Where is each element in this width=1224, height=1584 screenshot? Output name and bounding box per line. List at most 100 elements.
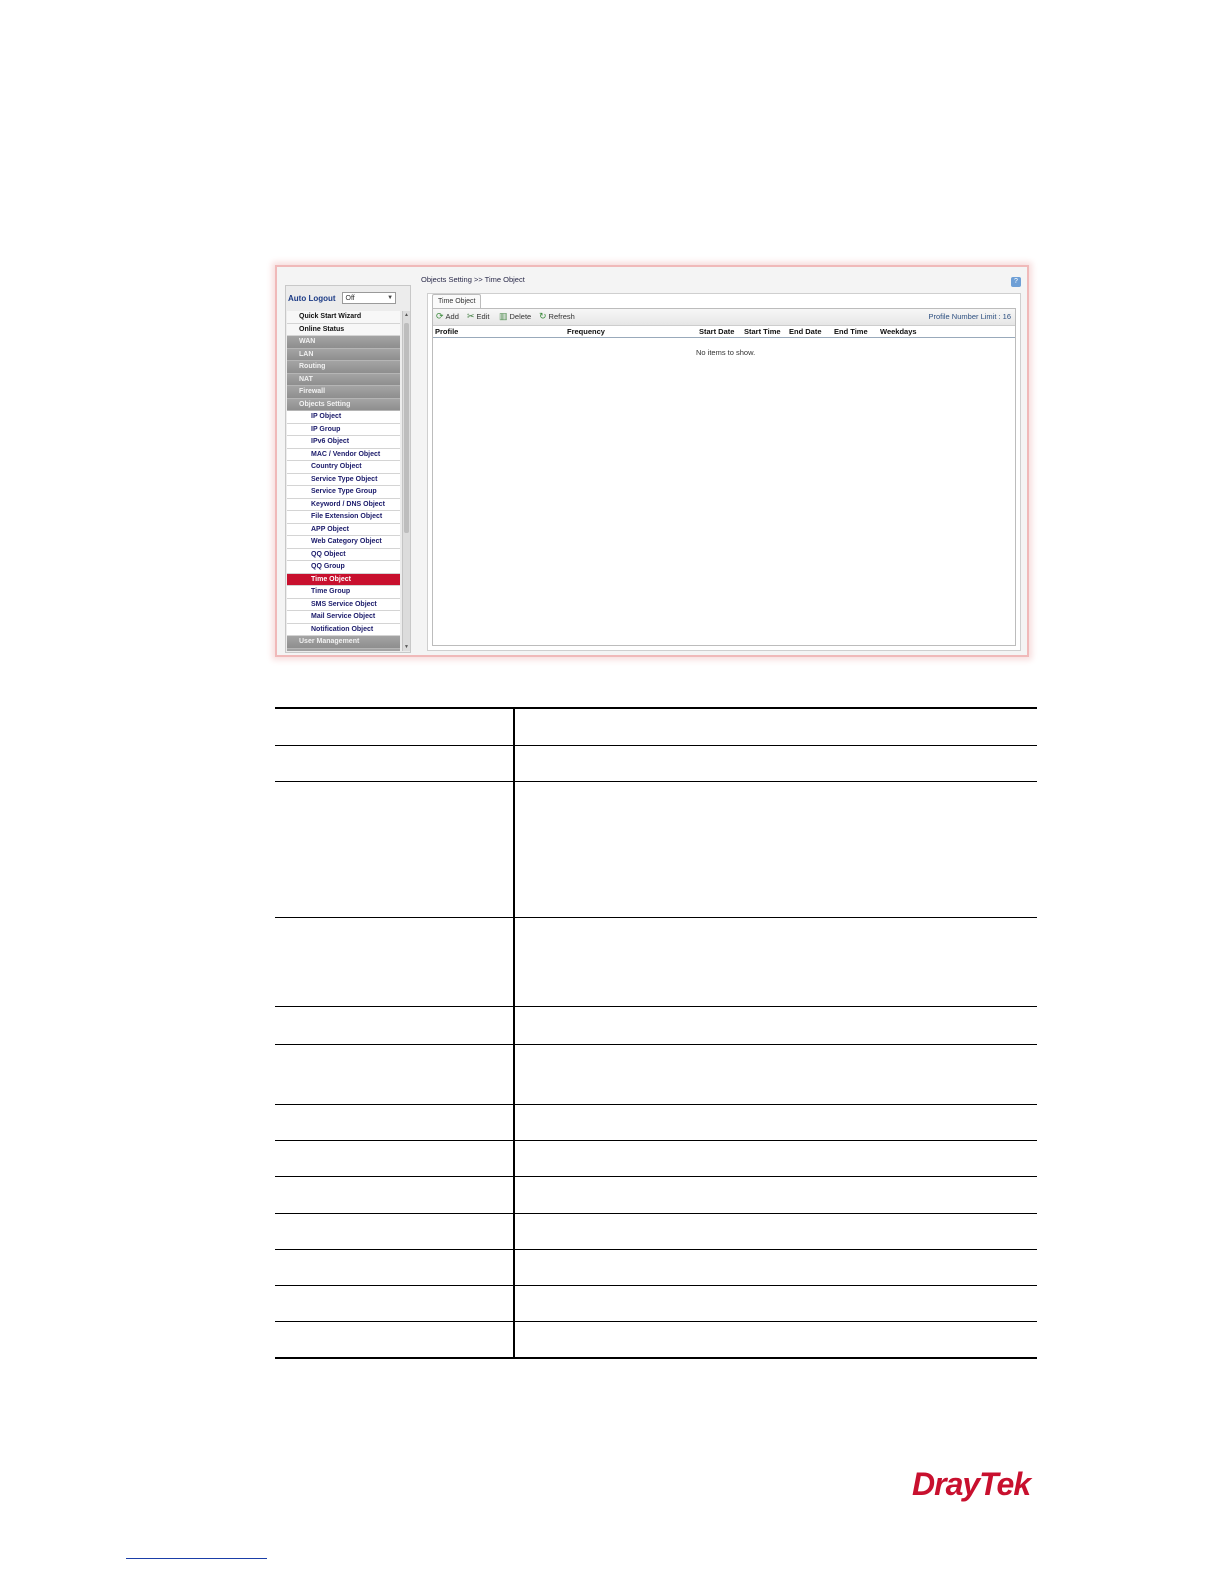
sidebar-item-ip-group[interactable]: IP Group [287,423,400,436]
add-button[interactable]: ⟳ Add [436,311,459,321]
item-cell [275,1284,515,1322]
sidebar-item-file-extension-object[interactable]: File Extension Object [287,511,400,524]
description-cell [514,1212,1037,1250]
auto-logout-select[interactable]: Off ▼ [341,292,396,304]
sidebar-scrollbar[interactable]: ▲ ▼ [402,311,410,651]
item-cell [275,1175,515,1214]
description-cell [514,916,1037,1007]
table-row [275,1284,1037,1322]
sidebar-item-quick-start-wizard[interactable]: Quick Start Wizard [287,311,400,324]
sidebar-item-online-status[interactable]: Online Status [287,323,400,336]
description-cell [514,1284,1037,1322]
help-icon[interactable]: ? [1011,277,1021,287]
sidebar-item-objects-setting[interactable]: Objects Setting [287,398,400,411]
sidebar-item-routing[interactable]: Routing [287,361,400,374]
sidebar-item-qq-group[interactable]: QQ Group [287,561,400,574]
sidebar: Auto Logout Off ▼ Quick Start Wizard Onli… [285,285,411,653]
sidebar-item-wan[interactable]: WAN [287,336,400,349]
description-cell [514,707,1037,746]
item-cell [275,1103,515,1141]
sidebar-item-service-type-object[interactable]: Service Type Object [287,473,400,486]
description-cell [514,1248,1037,1286]
sidebar-item-web-category-object[interactable]: Web Category Object [287,536,400,549]
sidebar-item-ipv6-object[interactable]: IPv6 Object [287,436,400,449]
refresh-button-label: Refresh [548,311,575,321]
content-panel: Time Object ⟳ Add ✂ Edit ▥ Delete ↻ Refr… [427,293,1021,651]
edit-icon: ✂ [467,311,475,321]
tab-time-object[interactable]: Time Object [432,294,482,308]
column-header-end-time[interactable]: End Time [834,327,868,336]
description-cell [514,1043,1037,1105]
description-cell [514,1320,1037,1359]
table-row [275,744,1037,782]
description-cell [514,1005,1037,1045]
sidebar-item-sms-service-object[interactable]: SMS Service Object [287,598,400,611]
item-cell [275,1320,515,1359]
table-row [275,916,1037,1007]
scroll-up-icon[interactable]: ▲ [403,311,410,319]
sidebar-item-time-object[interactable]: Time Object [287,573,400,586]
table-row [275,1212,1037,1250]
footer-rule [126,1558,267,1559]
table-row [275,1175,1037,1214]
sidebar-item-service-type-group[interactable]: Service Type Group [287,486,400,499]
auto-logout-value: Off [345,295,355,302]
table-row [275,1103,1037,1141]
delete-button[interactable]: ▥ Delete [499,311,531,321]
auto-logout-label: Auto Logout [288,293,336,303]
scroll-down-icon[interactable]: ▼ [403,643,410,651]
profile-limit: Profile Number Limit : 16 [928,312,1011,321]
sidebar-item-mac-vendor-object[interactable]: MAC / Vendor Object [287,448,400,461]
sidebar-item-notification-object[interactable]: Notification Object [287,623,400,636]
sidebar-item-country-object[interactable]: Country Object [287,461,400,474]
refresh-button[interactable]: ↻ Refresh [539,311,575,321]
sidebar-item-keyword-dns-object[interactable]: Keyword / DNS Object [287,498,400,511]
item-cell [275,1005,515,1045]
sidebar-item-mail-service-object[interactable]: Mail Service Object [287,611,400,624]
item-cell [275,1043,515,1105]
refresh-icon: ↻ [539,311,547,321]
item-cell [275,916,515,1007]
sidebar-item-applications[interactable]: Applications [287,648,400,651]
draytek-logo: DrayTek [912,1466,1031,1502]
item-cell [275,1139,515,1177]
edit-button-label: Edit [476,311,490,321]
item-cell [275,707,515,746]
chevron-down-icon: ▼ [387,295,394,301]
table-row [275,1043,1037,1105]
sidebar-item-app-object[interactable]: APP Object [287,523,400,536]
column-header-start-date[interactable]: Start Date [699,327,734,336]
description-cell [514,1103,1037,1141]
add-icon: ⟳ [436,311,444,321]
column-header-start-time[interactable]: Start Time [744,327,781,336]
sidebar-item-time-group[interactable]: Time Group [287,586,400,599]
empty-message: No items to show. [696,348,756,357]
edit-button[interactable]: ✂ Edit [467,311,489,321]
grid-container: ⟳ Add ✂ Edit ▥ Delete ↻ Refresh Profile … [432,308,1016,646]
sidebar-item-nat[interactable]: NAT [287,373,400,386]
auto-logout-row: Auto Logout Off ▼ [288,290,396,306]
delete-button-label: Delete [509,311,532,321]
add-button-label: Add [445,311,459,321]
sidebar-item-lan[interactable]: LAN [287,348,400,361]
column-header-profile[interactable]: Profile [435,327,458,336]
item-cell [275,1212,515,1250]
router-ui-screenshot: Auto Logout Off ▼ Quick Start Wizard Onli… [275,265,1029,657]
table-row [275,1320,1037,1359]
breadcrumb: Objects Setting >> Time Object [421,275,525,284]
column-header-frequency[interactable]: Frequency [567,327,605,336]
column-header-weekdays[interactable]: Weekdays [880,327,917,336]
description-cell [514,1139,1037,1177]
sidebar-item-ip-object[interactable]: IP Object [287,411,400,424]
toolbar: ⟳ Add ✂ Edit ▥ Delete ↻ Refresh Profile … [433,309,1015,326]
item-cell [275,1248,515,1286]
description-cell [514,744,1037,782]
trash-icon: ▥ [499,311,508,321]
sidebar-item-firewall[interactable]: Firewall [287,386,400,399]
table-row [275,1005,1037,1045]
sidebar-item-qq-object[interactable]: QQ Object [287,548,400,561]
column-header-end-date[interactable]: End Date [789,327,822,336]
scrollbar-thumb[interactable] [404,323,409,533]
sidebar-menu: Quick Start Wizard Online Status WAN LAN Rou… [287,311,400,651]
sidebar-item-user-management[interactable]: User Management [287,636,400,649]
